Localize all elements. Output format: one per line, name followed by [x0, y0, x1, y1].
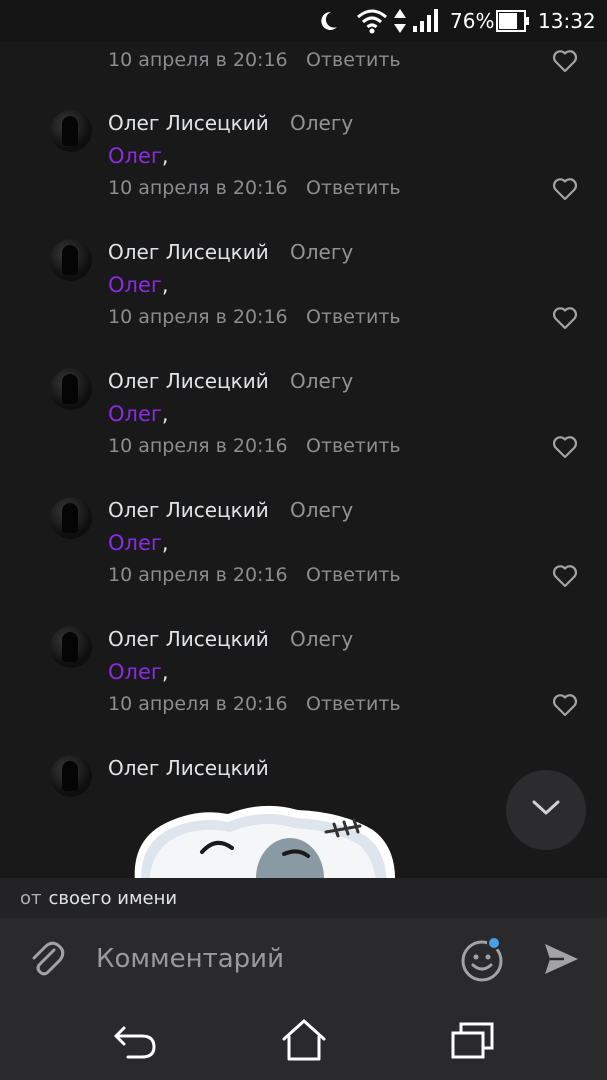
comment-author[interactable]: Олег Лисецкий — [108, 111, 269, 135]
send-icon[interactable] — [542, 940, 580, 978]
home-icon[interactable] — [280, 1018, 328, 1062]
comment-author[interactable]: Олег Лисецкий — [108, 498, 269, 522]
post-as-selector[interactable]: от своего имени — [0, 878, 607, 918]
reply-to: Олегу — [290, 240, 354, 264]
comment-date: 10 апреля в 20:16 — [108, 435, 288, 457]
moon-icon — [316, 6, 340, 36]
avatar[interactable] — [50, 497, 92, 539]
heart-icon[interactable] — [552, 435, 578, 459]
clock: 13:32 — [538, 9, 596, 33]
post-as-prefix: от — [20, 887, 42, 909]
mention-link[interactable]: Олег — [108, 531, 162, 555]
comment-date: 10 апреля в 20:16 — [108, 693, 288, 715]
heart-icon[interactable] — [552, 306, 578, 330]
comment-input[interactable] — [96, 938, 436, 980]
comments-feed[interactable]: 10 апреля в 20:16 Ответить Олег Лисецкий… — [0, 42, 607, 878]
comment-punct: , — [161, 144, 169, 168]
heart-icon[interactable] — [552, 693, 578, 717]
reply-to: Олегу — [290, 498, 354, 522]
comment-date: 10 апреля в 20:16 — [108, 564, 288, 586]
comment-item: Олег Лисецкий Олегу Олег, 10 апреля в 20… — [0, 110, 607, 239]
comment-punct: , — [161, 531, 169, 555]
reply-button[interactable]: Ответить — [306, 435, 401, 457]
comment-text: Олег, — [108, 144, 169, 168]
recents-icon[interactable] — [449, 1018, 497, 1062]
reply-button[interactable]: Ответить — [306, 306, 401, 328]
reply-button[interactable]: Ответить — [306, 177, 401, 199]
comment-text: Олег, — [108, 402, 169, 426]
comment-item: Олег Лисецкий Олегу Олег, 10 апреля в 20… — [0, 497, 607, 626]
comment-punct: , — [161, 402, 169, 426]
reply-to: Олегу — [290, 627, 354, 651]
avatar[interactable] — [50, 110, 92, 152]
avatar[interactable] — [50, 755, 92, 797]
back-icon[interactable] — [111, 1018, 159, 1062]
reply-button[interactable]: Ответить — [306, 693, 401, 715]
avatar[interactable] — [50, 239, 92, 281]
status-bar: 76% 13:32 — [0, 0, 607, 42]
avatar[interactable] — [50, 368, 92, 410]
sticker-image[interactable] — [128, 800, 398, 878]
mention-link[interactable]: Олег — [108, 144, 162, 168]
smile-icon[interactable] — [460, 936, 506, 982]
data-arrows-icon — [393, 6, 407, 36]
system-nav-bar — [0, 1000, 607, 1080]
comment-author[interactable]: Олег Лисецкий — [108, 240, 269, 264]
scroll-down-button[interactable] — [506, 770, 586, 850]
paperclip-icon[interactable] — [26, 938, 68, 980]
signal-icon — [412, 6, 440, 36]
avatar[interactable] — [50, 626, 92, 668]
comment-text: Олег, — [108, 531, 169, 555]
reply-button[interactable]: Ответить — [306, 564, 401, 586]
mention-link[interactable]: Олег — [108, 402, 162, 426]
comment-author[interactable]: Олег Лисецкий — [108, 627, 269, 651]
comment-text: Олег, — [108, 273, 169, 297]
comment-item: Олег Лисецкий Олегу Олег, 10 апреля в 20… — [0, 368, 607, 497]
heart-icon[interactable] — [552, 49, 578, 73]
battery-icon — [496, 6, 530, 36]
mention-link[interactable]: Олег — [108, 273, 162, 297]
wifi-icon — [356, 6, 388, 36]
comment-punct: , — [161, 273, 169, 297]
reply-to: Олегу — [290, 111, 354, 135]
chevron-down-icon — [531, 799, 561, 821]
comment-author[interactable]: Олег Лисецкий — [108, 756, 269, 780]
heart-icon[interactable] — [552, 564, 578, 588]
reply-to: Олегу — [290, 369, 354, 393]
comment-date: 10 апреля в 20:16 — [108, 306, 288, 328]
mention-link[interactable]: Олег — [108, 660, 162, 684]
comment-date: 10 апреля в 20:16 — [108, 177, 288, 199]
comment-date: 10 апреля в 20:16 — [108, 49, 288, 71]
comment-item: Олег Лисецкий Олегу Олег, 10 апреля в 20… — [0, 626, 607, 755]
comment-text: Олег, — [108, 660, 169, 684]
reply-button[interactable]: Ответить — [306, 49, 401, 71]
comment-composer — [0, 918, 607, 1000]
heart-icon[interactable] — [552, 177, 578, 201]
battery-percent: 76% — [450, 9, 495, 33]
post-as-name[interactable]: своего имени — [49, 888, 178, 909]
comment-punct: , — [161, 660, 169, 684]
comment-author[interactable]: Олег Лисецкий — [108, 369, 269, 393]
comment-item: Олег Лисецкий Олегу Олег, 10 апреля в 20… — [0, 239, 607, 368]
